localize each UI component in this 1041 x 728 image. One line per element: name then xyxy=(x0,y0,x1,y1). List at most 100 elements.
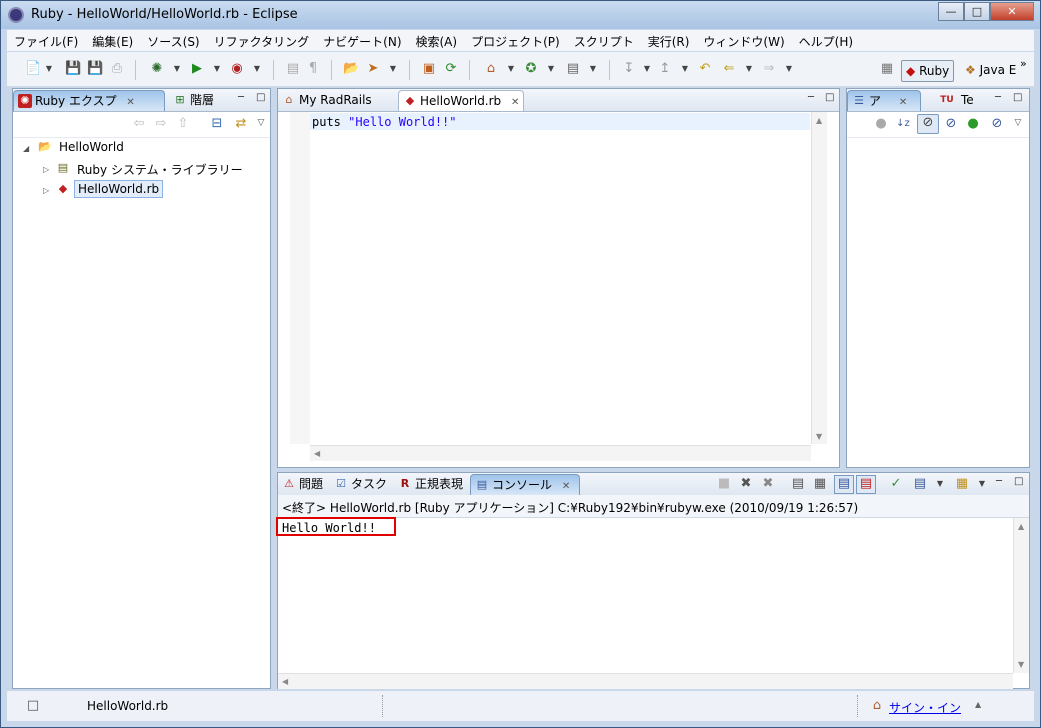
scroll-up-icon[interactable]: ▲ xyxy=(816,116,822,125)
next-annotation-icon[interactable]: ↧ xyxy=(621,61,637,77)
perspective-java[interactable]: ❖ Java E xyxy=(965,60,1016,80)
view-menu-icon[interactable]: ▽ xyxy=(1010,115,1026,131)
debug-icon[interactable]: ✺ xyxy=(149,61,165,77)
plugin-dropdown-icon[interactable]: ▼ xyxy=(543,61,559,77)
print-icon[interactable]: ⎙ xyxy=(109,61,125,77)
tab-console[interactable]: ▤ コンソール ✕ xyxy=(470,474,580,495)
open-type-icon[interactable]: ▣ xyxy=(421,61,437,77)
previous-annotation-icon[interactable]: ↥ xyxy=(657,61,673,77)
minimize-button[interactable]: — xyxy=(938,2,964,21)
forward-icon[interactable]: ⇒ xyxy=(761,61,777,77)
close-button[interactable]: ✕ xyxy=(990,2,1034,21)
title-bar[interactable]: Ruby - HelloWorld/HelloWorld.rb - Eclips… xyxy=(1,1,1040,29)
scroll-up-icon[interactable]: ▲ xyxy=(1018,522,1024,531)
tree-item-project[interactable]: HelloWorld xyxy=(59,140,124,154)
menu-help[interactable]: ヘルプ(H) xyxy=(792,30,860,51)
close-tab-icon[interactable]: ✕ xyxy=(562,477,570,497)
remove-all-terminated-icon[interactable]: ✖ xyxy=(760,476,776,492)
open-console-dropdown-icon[interactable]: ▼ xyxy=(974,476,990,492)
perspective-ruby[interactable]: ◆ Ruby xyxy=(901,60,955,82)
open-console-icon[interactable]: ▦ xyxy=(954,476,970,492)
tab-regex[interactable]: R 正規表現 xyxy=(394,474,467,495)
minimize-view-icon[interactable]: ─ xyxy=(808,92,814,103)
tab-tasks[interactable]: ☑ タスク xyxy=(330,474,391,495)
save-icon[interactable]: 💾 xyxy=(65,61,81,77)
display-selected-console-icon[interactable]: ▤ xyxy=(912,476,928,492)
menu-project[interactable]: プロジェクト(P) xyxy=(464,30,567,51)
last-edit-icon[interactable]: ↶ xyxy=(697,61,713,77)
external-tools-icon[interactable]: ◉ xyxy=(229,61,245,77)
maximize-view-icon[interactable]: □ xyxy=(256,92,265,103)
menu-refactor[interactable]: リファクタリング xyxy=(207,30,317,51)
more-perspectives-button[interactable]: » xyxy=(1020,54,1027,74)
run-dropdown-icon[interactable]: ▼ xyxy=(209,61,225,77)
server-icon[interactable]: ⌂ xyxy=(483,61,499,77)
refresh-icon[interactable]: ⟳ xyxy=(443,61,459,77)
new-icon[interactable]: 📄 xyxy=(25,61,41,77)
back-icon[interactable]: ⇐ xyxy=(721,61,737,77)
save-all-icon[interactable]: 💾 xyxy=(87,61,103,77)
sort-icon[interactable]: ↓z xyxy=(895,116,911,132)
new-dropdown-icon[interactable]: ▼ xyxy=(41,61,57,77)
minimize-view-icon[interactable]: ─ xyxy=(995,92,1001,103)
expand-library-icon[interactable]: ▷ xyxy=(43,165,49,174)
toggle-mark-icon[interactable]: ▤ xyxy=(285,61,301,77)
hide-non-public-icon[interactable]: ⊘ xyxy=(943,116,959,132)
hide-static-toggle[interactable]: ⊘ xyxy=(917,114,939,134)
tab-test[interactable]: TU Te xyxy=(931,90,978,111)
expand-file-icon[interactable]: ▷ xyxy=(43,186,49,195)
close-tab-icon[interactable]: ✕ xyxy=(126,93,134,113)
menu-edit[interactable]: 編集(E) xyxy=(85,30,140,51)
terminate-icon[interactable]: ■ xyxy=(716,476,732,492)
maximize-view-icon[interactable]: □ xyxy=(1014,476,1023,487)
console-window-icon[interactable]: ▤ xyxy=(565,61,581,77)
up-nav-icon[interactable]: ⇧ xyxy=(175,116,191,132)
display-console-dropdown-icon[interactable]: ▼ xyxy=(932,476,948,492)
tab-helloworld-rb[interactable]: ◆ HelloWorld.rb ✕ xyxy=(398,90,524,111)
close-tab-icon[interactable]: ✕ xyxy=(899,93,907,113)
maximize-view-icon[interactable]: □ xyxy=(825,92,834,103)
forward-nav-icon[interactable]: ⇨ xyxy=(153,116,169,132)
open-folder-icon[interactable]: 📂 xyxy=(343,61,359,77)
open-perspective-icon[interactable]: ▦ xyxy=(879,61,895,77)
show-on-stdout-toggle[interactable]: ▤ xyxy=(834,475,854,494)
sign-in-link[interactable]: サイン・イン xyxy=(889,699,961,716)
minimize-view-icon[interactable]: ─ xyxy=(996,476,1002,487)
previous-annotation-dropdown-icon[interactable]: ▼ xyxy=(677,61,693,77)
plugin-icon[interactable]: ✪ xyxy=(523,61,539,77)
link-with-editor-icon[interactable]: ⇄ xyxy=(233,116,249,132)
editor-horizontal-scrollbar[interactable]: ◀ xyxy=(310,445,811,461)
expand-project-icon[interactable]: ◢ xyxy=(23,144,29,153)
debug-dropdown-icon[interactable]: ▼ xyxy=(169,61,185,77)
tab-ruby-explorer[interactable]: ✺ Ruby エクスプ ✕ xyxy=(13,90,165,111)
clear-console-icon[interactable]: ▤ xyxy=(790,476,806,492)
menu-run[interactable]: 実行(R) xyxy=(641,30,697,51)
close-tab-icon[interactable]: ✕ xyxy=(511,93,519,113)
show-on-stderr-toggle[interactable]: ▤ xyxy=(856,475,876,494)
pin-console-icon[interactable]: ✓ xyxy=(888,476,904,492)
menu-source[interactable]: ソース(S) xyxy=(140,30,206,51)
show-whitespace-icon[interactable]: ¶ xyxy=(305,61,321,77)
console-window-dropdown-icon[interactable]: ▼ xyxy=(585,61,601,77)
back-nav-icon[interactable]: ⇦ xyxy=(131,116,147,132)
tab-outline[interactable]: ☰ ア ✕ xyxy=(847,90,921,111)
scroll-lock-icon[interactable]: ▦ xyxy=(812,476,828,492)
editor-vertical-scrollbar[interactable]: ▲ ▼ xyxy=(811,112,827,444)
tab-problems[interactable]: ⚠ 問題 xyxy=(278,474,327,495)
hide-fields-icon[interactable]: ● xyxy=(873,116,889,132)
tree-item-file[interactable]: HelloWorld.rb xyxy=(74,180,164,198)
code-line-1[interactable]: puts "Hello World!!" xyxy=(312,115,457,129)
console-horizontal-scrollbar[interactable]: ◀ xyxy=(278,673,1013,689)
status-expand-icon[interactable]: ▲ xyxy=(975,700,981,709)
forward-dropdown-icon[interactable]: ▼ xyxy=(781,61,797,77)
maximize-button[interactable]: □ xyxy=(964,2,990,21)
scroll-down-icon[interactable]: ▼ xyxy=(1018,660,1024,669)
deploy-dropdown-icon[interactable]: ▼ xyxy=(385,61,401,77)
deploy-icon[interactable]: ➤ xyxy=(365,61,381,77)
remove-launch-icon[interactable]: ✖ xyxy=(738,476,754,492)
menu-navigate[interactable]: ナビゲート(N) xyxy=(316,30,408,51)
menu-window[interactable]: ウィンドウ(W) xyxy=(696,30,791,51)
hide-local-types-icon[interactable]: ⊘ xyxy=(989,116,1005,132)
console-output-text[interactable]: Hello World!! xyxy=(282,521,376,535)
maximize-view-icon[interactable]: □ xyxy=(1013,92,1022,103)
